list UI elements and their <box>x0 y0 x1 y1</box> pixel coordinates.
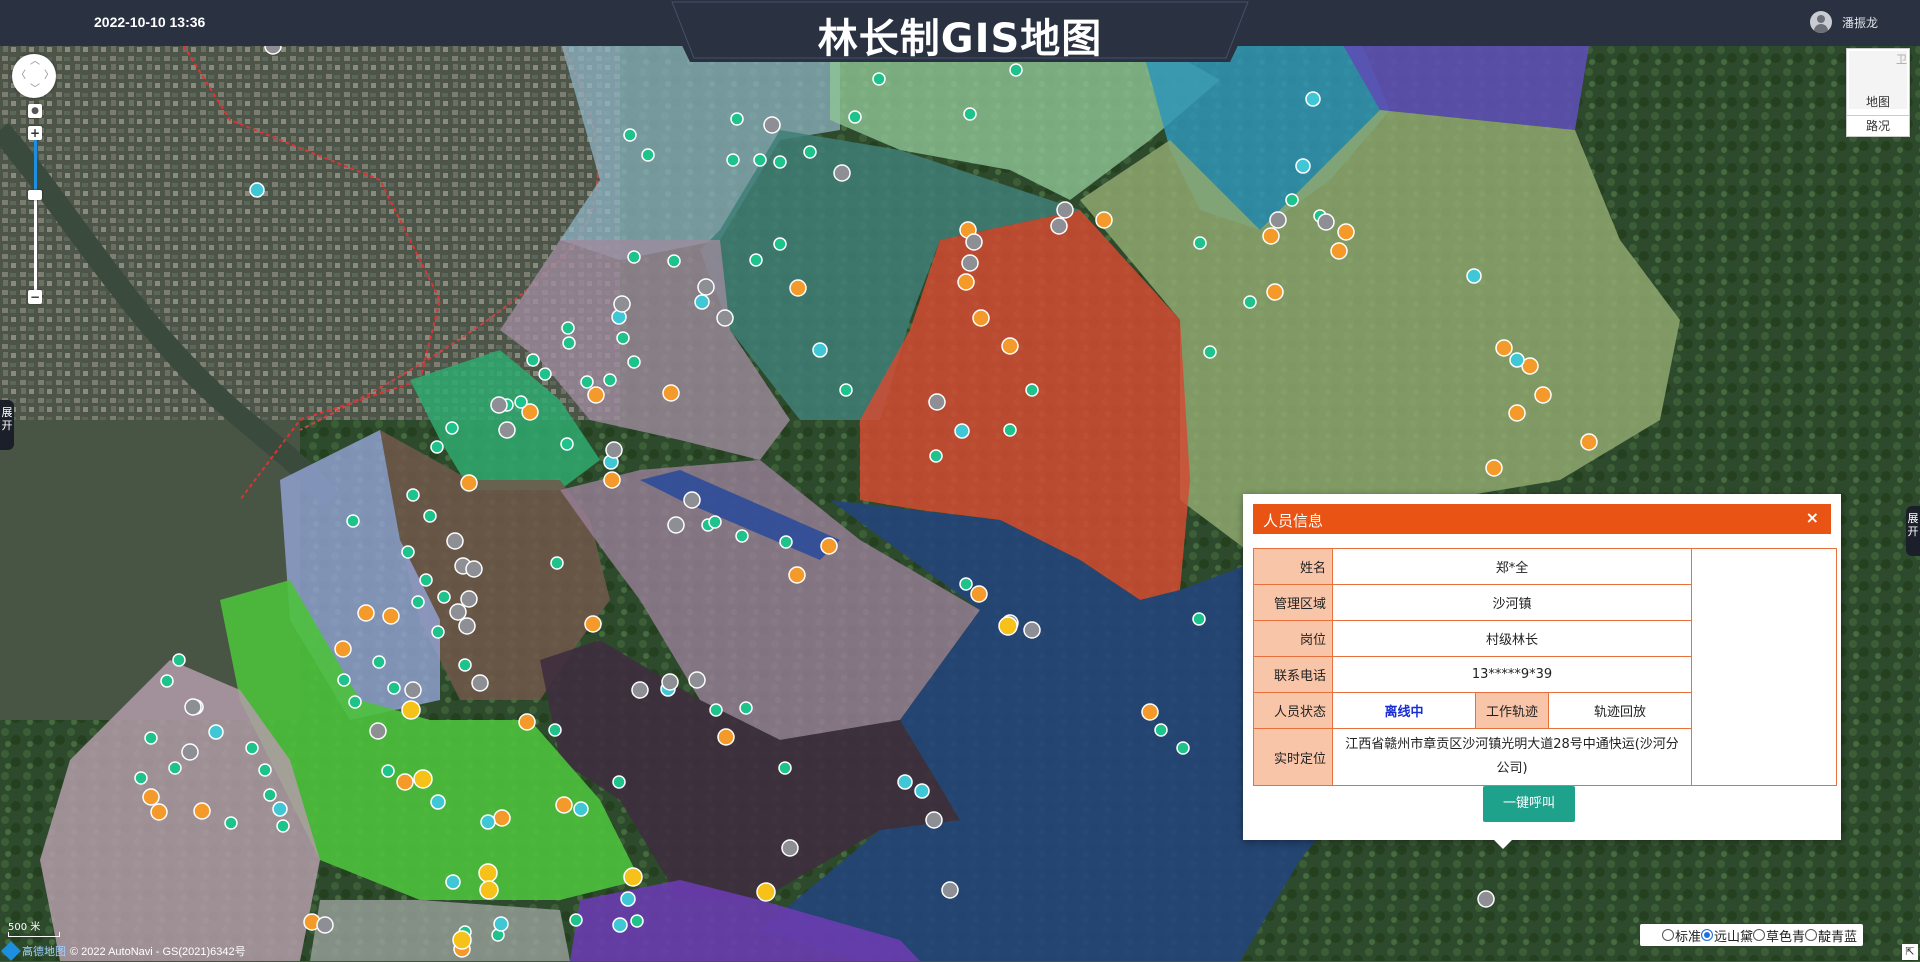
style-option-standard[interactable]: 标准 <box>1662 926 1701 945</box>
pan-left-icon[interactable]: 〈 <box>16 71 26 81</box>
scale-bar-line <box>8 932 60 937</box>
area-value: 沙河镇 <box>1332 584 1692 621</box>
style-option-yuanshandai[interactable]: 远山黛 <box>1701 926 1753 945</box>
phone-label: 联系电话 <box>1253 656 1333 693</box>
style-option-dianqinglan[interactable]: 靛青蓝 <box>1805 926 1857 945</box>
scale-bar: 500 米 <box>8 918 60 937</box>
map-attribution: 高德地图 © 2022 AutoNavi - GS(2021)6342号 <box>0 940 246 962</box>
area-label: 管理区域 <box>1253 584 1333 621</box>
style-label[interactable]: 靛青蓝 <box>1818 926 1857 945</box>
post-label: 岗位 <box>1253 620 1333 657</box>
style-label[interactable]: 标准 <box>1675 926 1701 945</box>
location-label: 实时定位 <box>1253 728 1333 786</box>
locate-icon[interactable]: ● <box>28 104 42 118</box>
name-value: 郑*全 <box>1332 548 1692 585</box>
datetime-display: 2022-10-10 13:36 <box>94 14 206 30</box>
radio-icon[interactable] <box>1753 929 1766 941</box>
traffic-button[interactable]: 路况 <box>1846 115 1910 137</box>
zone-grey-south <box>310 900 570 961</box>
left-expand-tab[interactable]: 展开 <box>0 400 14 450</box>
popup-pointer <box>1492 838 1514 849</box>
close-icon[interactable]: × <box>1806 508 1819 527</box>
zoom-in-button[interactable]: + <box>28 126 42 140</box>
popup-header: 人员信息 × <box>1253 504 1831 534</box>
radio-icon[interactable] <box>1662 929 1674 941</box>
popup-title: 人员信息 <box>1263 512 1324 530</box>
copyright-text: © 2022 AutoNavi - GS(2021)6342号 <box>70 946 246 958</box>
radio-icon[interactable] <box>1805 929 1818 941</box>
pan-right-icon[interactable]: 〉 <box>44 71 54 81</box>
map-layer-label[interactable]: 地图 <box>1847 93 1909 110</box>
track-playback-link[interactable]: 轨迹回放 <box>1548 692 1692 729</box>
user-avatar-icon[interactable] <box>1809 11 1832 33</box>
expand-corner-icon[interactable]: ⇱ <box>1902 944 1918 960</box>
personnel-info-popup: 人员信息 × 姓名 郑*全 管理区域 沙河镇 岗位 村级林长 联系电话 13**… <box>1243 494 1841 840</box>
status-label: 人员状态 <box>1253 692 1333 729</box>
amap-logo-icon[interactable] <box>1 941 21 961</box>
phone-value: 13*****9*39 <box>1332 656 1692 693</box>
status-value: 离线中 <box>1332 692 1476 729</box>
photo-cell <box>1691 548 1837 786</box>
zoom-slider-handle[interactable] <box>28 190 42 200</box>
title-banner: 林长制GIS地图 <box>660 0 1260 62</box>
map-style-switch[interactable]: 标准 远山黛 草色青 靛青蓝 <box>1640 924 1864 946</box>
page-title: 林长制GIS地图 <box>817 16 1103 62</box>
personnel-info-table: 姓名 郑*全 管理区域 沙河镇 岗位 村级林长 联系电话 13*****9*39… <box>1253 548 1837 786</box>
username-label[interactable]: 潘振龙 <box>1842 14 1878 31</box>
name-label: 姓名 <box>1253 548 1333 585</box>
pan-control[interactable]: ︿ ﹀ 〈 〉 <box>12 54 56 98</box>
zoom-out-button[interactable]: − <box>28 290 42 304</box>
style-option-caoseqing[interactable]: 草色青 <box>1753 926 1805 945</box>
user-menu[interactable]: 潘振龙 <box>1809 10 1878 34</box>
table-row: 姓名 郑*全 <box>1253 548 1837 786</box>
style-label[interactable]: 草色青 <box>1766 926 1805 945</box>
style-label[interactable]: 远山黛 <box>1714 926 1753 945</box>
track-label: 工作轨迹 <box>1475 692 1549 729</box>
location-value: 江西省赣州市章贡区沙河镇光明大道28号中通快运(沙河分公司) <box>1332 728 1692 786</box>
amap-logo-text[interactable]: 高德地图 <box>22 943 66 959</box>
radio-selected-icon[interactable] <box>1701 929 1714 941</box>
one-click-call-button[interactable]: 一键呼叫 <box>1483 786 1575 822</box>
pan-up-icon[interactable]: ︿ <box>30 57 40 67</box>
post-value: 村级林长 <box>1332 620 1692 657</box>
zoom-slider-fill <box>34 140 37 192</box>
satellite-layer-tag[interactable]: 卫 <box>1896 51 1907 67</box>
pan-down-icon[interactable]: ﹀ <box>30 85 40 95</box>
right-expand-tab[interactable]: 展开 <box>1906 506 1920 556</box>
